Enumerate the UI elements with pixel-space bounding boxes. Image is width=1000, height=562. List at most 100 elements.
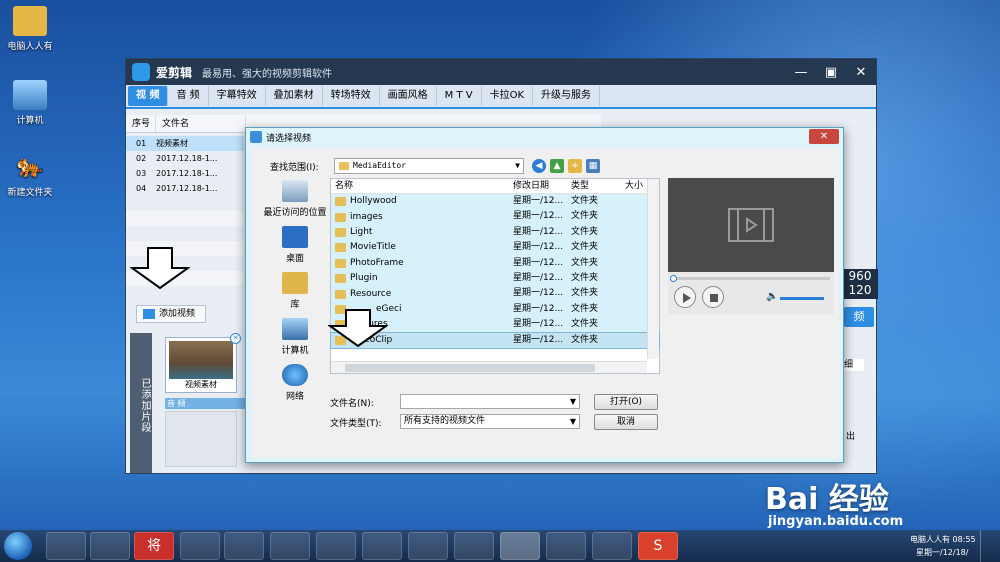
tab-video[interactable]: 视 频 bbox=[128, 86, 169, 106]
added-clips-tab[interactable]: 已添加片段 bbox=[130, 333, 152, 473]
dialog-close-icon[interactable]: ✕ bbox=[809, 129, 839, 144]
tab-karaoke[interactable]: 卡拉OK bbox=[482, 86, 534, 106]
tab-upgrade[interactable]: 升级与服务 bbox=[533, 86, 601, 106]
place-label: 库 bbox=[290, 300, 300, 310]
col-date[interactable]: 修改日期 bbox=[511, 179, 569, 193]
table-row[interactable]: 03 2017.12.18-1... bbox=[126, 166, 244, 181]
tab-subtitle[interactable]: 字幕特效 bbox=[209, 86, 266, 106]
tab-mtv[interactable]: M T V bbox=[437, 86, 482, 106]
list-item[interactable]: MovieTitle 星期一/12... 文件夹 bbox=[331, 240, 659, 256]
back-icon[interactable]: ◀ bbox=[532, 159, 546, 173]
tab-transition[interactable]: 转场特效 bbox=[323, 86, 380, 106]
horizontal-scrollbar[interactable] bbox=[331, 361, 647, 373]
filename-input[interactable]: ▼ bbox=[400, 394, 580, 409]
tab-style[interactable]: 画面风格 bbox=[380, 86, 437, 106]
app-title-bar: 爱剪辑 最易用、强大的视频剪辑软件 — ▣ ✕ bbox=[126, 59, 876, 85]
desktop-icon-computer[interactable]: 计算机 bbox=[0, 80, 60, 126]
open-button[interactable]: 打开(O) bbox=[594, 394, 658, 410]
place-computer[interactable]: 计算机 bbox=[258, 318, 332, 356]
down-arrow-icon bbox=[130, 247, 190, 290]
confirm-button[interactable]: 频 bbox=[844, 307, 874, 327]
taskbar-show-desktop[interactable] bbox=[46, 532, 86, 560]
desktop-icon-new-folder[interactable]: 🐅 新建文件夹 bbox=[0, 152, 60, 198]
baidu-watermark: Bai 经验 bbox=[765, 482, 889, 517]
taskbar-app-manager[interactable] bbox=[90, 532, 130, 560]
place-network[interactable]: 网络 bbox=[258, 364, 332, 402]
tray-clock[interactable]: 电脑人人有 08:55 bbox=[910, 534, 976, 545]
vertical-scrollbar[interactable] bbox=[647, 179, 659, 359]
taskbar-ie[interactable] bbox=[454, 532, 494, 560]
clip-thumbnail[interactable]: 视频素材 ✕ bbox=[165, 333, 241, 393]
look-in-select[interactable]: MediaEditor ▼ bbox=[334, 158, 524, 174]
file-type: 文件夹 bbox=[571, 257, 599, 268]
add-video-button[interactable]: 添加视频 bbox=[136, 305, 206, 323]
list-item[interactable]: Light 星期一/12... 文件夹 bbox=[331, 224, 659, 241]
taskbar-browser[interactable] bbox=[362, 532, 402, 560]
taskbar: 将 S 电脑人人有 08:55 星期一/12/18/ bbox=[0, 530, 1000, 562]
table-row[interactable]: 02 2017.12.18-1... bbox=[126, 151, 244, 166]
list-item[interactable]: Plugin 星期一/12... 文件夹 bbox=[331, 270, 659, 287]
taskbar-sogou[interactable] bbox=[408, 532, 448, 560]
up-folder-icon[interactable]: ▲ bbox=[550, 159, 564, 173]
file-type: 文件夹 bbox=[571, 196, 599, 206]
scrollbar-thumb[interactable] bbox=[345, 364, 595, 372]
taskbar-folder[interactable] bbox=[180, 532, 220, 560]
file-name: images bbox=[350, 211, 383, 222]
view-menu-icon[interactable]: ▦ bbox=[586, 159, 600, 173]
tab-audio[interactable]: 音 频 bbox=[168, 86, 209, 106]
recent-places-icon bbox=[282, 180, 308, 202]
start-button[interactable] bbox=[4, 532, 32, 560]
taskbar-player[interactable] bbox=[546, 532, 586, 560]
audio-track-label: 音 频 bbox=[165, 398, 245, 409]
filetype-select[interactable]: 所有支持的视频文件 ▼ bbox=[400, 414, 580, 429]
taskbar-chess[interactable]: 将 bbox=[134, 532, 174, 560]
file-type: 文件夹 bbox=[571, 288, 599, 299]
remove-clip-icon[interactable]: ✕ bbox=[230, 333, 241, 344]
file-date: 星期一/12... bbox=[513, 303, 564, 314]
progress-handle[interactable] bbox=[670, 275, 677, 282]
audio-track-slot[interactable] bbox=[165, 411, 237, 467]
add-video-label: 添加视频 bbox=[159, 309, 196, 319]
volume-slider[interactable] bbox=[780, 297, 824, 300]
col-name[interactable]: 名称 bbox=[331, 179, 511, 193]
taskbar-paint[interactable] bbox=[224, 532, 264, 560]
stop-icon[interactable] bbox=[702, 286, 724, 308]
taskbar-word[interactable] bbox=[316, 532, 356, 560]
new-folder-icon[interactable]: + bbox=[568, 159, 582, 173]
list-item[interactable]: Hollywood 星期一/12... 文件夹 bbox=[331, 194, 659, 210]
col-type[interactable]: 类型 bbox=[569, 179, 625, 193]
maximize-icon[interactable]: ▣ bbox=[816, 59, 846, 85]
dialog-body: 查找范围(I): MediaEditor ▼ ◀ ▲ + ▦ 最近访问的位置 桌… bbox=[252, 148, 839, 458]
filetype-label: 文件类型(T): bbox=[330, 419, 382, 429]
preview-progress-bar[interactable] bbox=[670, 275, 830, 282]
list-item[interactable]: PhotoFrame 星期一/12... 文件夹 bbox=[331, 255, 659, 271]
file-type: 文件夹 bbox=[571, 272, 599, 283]
minimize-icon[interactable]: — bbox=[786, 59, 816, 85]
taskbar-sogou-input[interactable]: S bbox=[638, 532, 678, 560]
table-row[interactable]: 01 视频素材 bbox=[126, 136, 244, 151]
volume-icon[interactable]: 🔈 bbox=[766, 291, 778, 302]
chevron-down-icon: ▼ bbox=[569, 397, 576, 406]
desktop-icon-user[interactable]: 电脑人人有 bbox=[0, 6, 60, 52]
taskbar-aijianji[interactable] bbox=[500, 532, 540, 560]
cancel-button[interactable]: 取消 bbox=[594, 414, 658, 430]
place-library[interactable]: 库 bbox=[258, 272, 332, 310]
col-size[interactable]: 大小 bbox=[625, 179, 645, 193]
folder-icon bbox=[335, 289, 346, 299]
list-item[interactable]: images 星期一/12... 文件夹 bbox=[331, 209, 659, 225]
table-row[interactable]: 04 2017.12.18-1... bbox=[126, 181, 244, 196]
place-recent[interactable]: 最近访问的位置 bbox=[258, 180, 332, 218]
close-icon[interactable]: ✕ bbox=[846, 59, 876, 85]
place-desktop[interactable]: 桌面 bbox=[258, 226, 332, 264]
taskbar-chrome[interactable] bbox=[270, 532, 310, 560]
preview-screen bbox=[668, 178, 834, 272]
app-tab-bar: 视 频 音 频 字幕特效 叠加素材 转场特效 画面风格 M T V 卡拉OK 升… bbox=[126, 85, 876, 109]
down-arrow-icon bbox=[328, 309, 388, 348]
list-item[interactable]: Resource 星期一/12... 文件夹 bbox=[331, 286, 659, 302]
tab-overlay[interactable]: 叠加素材 bbox=[266, 86, 323, 106]
show-desktop-button[interactable] bbox=[980, 530, 1000, 562]
play-icon[interactable] bbox=[674, 286, 696, 308]
clip-name: 视频素材 bbox=[185, 380, 217, 389]
taskbar-files[interactable] bbox=[592, 532, 632, 560]
tray-date[interactable]: 星期一/12/18/ bbox=[916, 547, 968, 558]
